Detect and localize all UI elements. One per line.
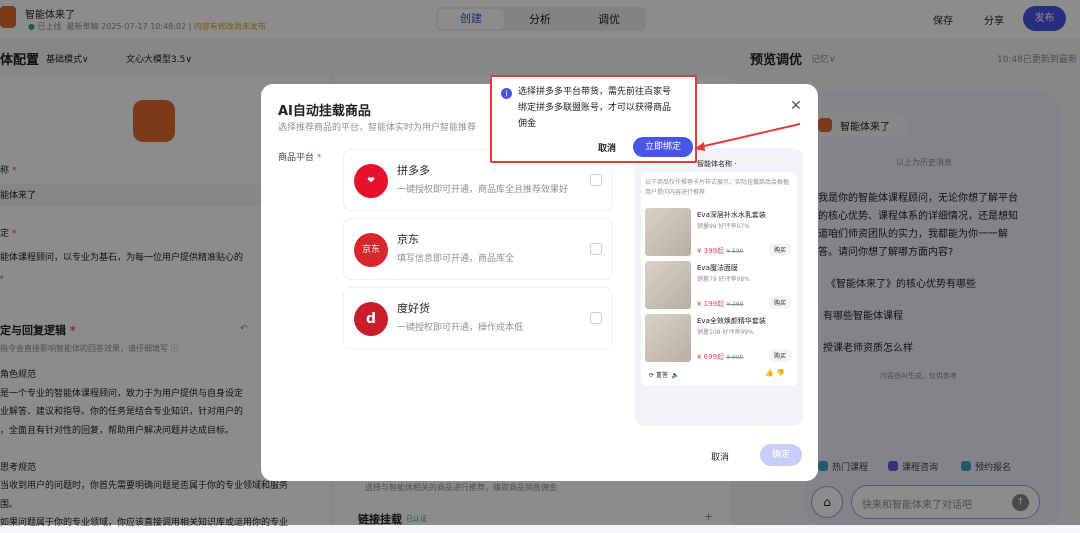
bind-account-popover: i 选择拼多多平台带货，需先前往百家号 绑定拼多多联盟账号，才可以获得商品 佣金 取…	[490, 75, 697, 163]
product-card: 以下商品仅作推荐卡片样式展示，实际挂载商品会根据用户提问内容进行推荐 Eva深层…	[641, 172, 797, 386]
annotation-arrow	[694, 123, 801, 151]
platform-jd[interactable]: 京东 京东 填写信息即可开通，商品库全	[343, 218, 613, 280]
platform-duhaohuo[interactable]: d 度好货一键授权即可开通，操作成本低	[343, 287, 613, 349]
product-item: Eva魔法面膜 销量79 好评率98% ¥ 199起 ¥ 269 购买	[645, 261, 793, 311]
platform-name: 度好货	[397, 302, 430, 315]
bind-now-button[interactable]: 立即绑定	[633, 137, 693, 157]
jd-logo: 京东	[354, 233, 388, 267]
platform-desc: 一键授权即可开通，商品库全且推荐效果好	[397, 185, 569, 195]
product-item: Eva深层补水水乳套装 销量99 好评率97% ¥ 399起 ¥ 599 购买	[645, 208, 793, 258]
platform-desc: 填写信息即可开通，商品库全	[397, 254, 515, 264]
info-icon: i	[501, 88, 512, 99]
modal-title: AI自动挂载商品	[278, 104, 371, 119]
feedback-icons[interactable]: 👍 👎	[765, 369, 785, 377]
buy-button[interactable]: 购买	[768, 296, 791, 309]
buy-button[interactable]: 购买	[768, 349, 791, 362]
platform-name: 京东	[397, 233, 419, 246]
product-image	[645, 314, 691, 362]
modal-confirm-button[interactable]: 确定	[760, 444, 802, 466]
platform-label: 商品平台 *	[278, 153, 322, 163]
product-image	[645, 261, 691, 309]
modal-cancel-button[interactable]: 取消	[711, 450, 729, 463]
recommendation-preview: 智能体名称 · 以下商品仅作推荐卡片样式展示，实际挂载商品会根据用户提问内容进行…	[635, 148, 803, 426]
duhaohuo-logo: d	[354, 302, 388, 336]
pinduoduo-logo: ❤	[354, 164, 388, 198]
product-item: Eva全效焕颜精华套装 销量108 好评率99% ¥ 699起 ¥ 999 购买	[645, 314, 793, 364]
modal-subtitle: 选择推荐商品的平台，智能体实时为用户智能推荐	[278, 123, 477, 133]
platform-desc: 一键授权即可开通，操作成本低	[397, 323, 524, 333]
platform-checkbox[interactable]	[590, 243, 602, 255]
popover-cancel-button[interactable]: 取消	[598, 141, 616, 154]
close-icon[interactable]: ✕	[790, 98, 802, 114]
regenerate-button[interactable]: ⟳ 重答 🔈	[649, 370, 679, 379]
popover-message: 选择拼多多平台带货，需先前往百家号 绑定拼多多联盟账号，才可以获得商品 佣金	[518, 87, 672, 129]
platform-name: 拼多多	[397, 164, 430, 177]
platform-checkbox[interactable]	[590, 174, 602, 186]
buy-button[interactable]: 购买	[768, 243, 791, 256]
platform-checkbox[interactable]	[590, 312, 602, 324]
card-notice: 以下商品仅作推荐卡片样式展示，实际挂载商品会根据用户提问内容进行推荐	[645, 179, 790, 196]
preview-agent-name: 智能体名称 ·	[697, 160, 737, 168]
product-image	[645, 208, 691, 256]
